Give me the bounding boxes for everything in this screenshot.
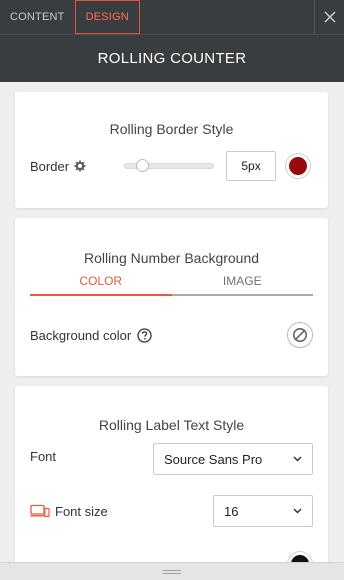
border-width-input[interactable]: 5px — [226, 151, 277, 181]
chevron-down-icon — [293, 456, 302, 462]
gear-icon[interactable] — [74, 160, 86, 172]
tab-content[interactable]: CONTENT — [0, 0, 75, 34]
help-icon[interactable] — [137, 327, 152, 343]
border-width-slider[interactable] — [124, 159, 215, 172]
subtab-color[interactable]: COLOR — [30, 274, 172, 296]
font-select[interactable]: Source Sans Pro — [153, 443, 313, 475]
subtab-image[interactable]: IMAGE — [171, 274, 313, 296]
top-tab-bar: CONTENT DESIGN — [0, 0, 344, 34]
number-background-title: Rolling Number Background — [83, 250, 260, 266]
font-size-label: Font size — [55, 503, 108, 519]
slider-thumb[interactable] — [136, 159, 150, 172]
responsive-devices-icon[interactable] — [30, 504, 50, 518]
font-size-select[interactable]: 16 — [213, 495, 313, 527]
label-text-color-swatch[interactable] — [287, 551, 313, 562]
font-select-value: Source Sans Pro — [164, 451, 263, 467]
label-text-style-title: Rolling Label Text Style — [98, 417, 245, 433]
border-label: Border — [30, 158, 70, 174]
border-style-card: Rolling Border Style Border 5px — [15, 92, 328, 208]
close-icon — [324, 11, 335, 23]
background-color-label: Background color — [30, 327, 132, 343]
label-text-color-fill — [291, 555, 309, 562]
background-color-picker[interactable] — [287, 322, 313, 348]
font-size-value: 16 — [224, 503, 239, 519]
background-subtabs: COLOR IMAGE — [30, 274, 313, 296]
panel-title: ROLLING COUNTER — [0, 34, 344, 82]
resize-handle-bar[interactable] — [0, 562, 344, 580]
close-button[interactable] — [314, 0, 344, 34]
border-color-swatch[interactable] — [285, 153, 312, 179]
border-color-fill — [289, 157, 308, 175]
panel-content[interactable]: Rolling Border Style Border 5px Rolling … — [0, 82, 344, 562]
chevron-down-icon — [293, 508, 302, 514]
border-style-title: Rolling Border Style — [109, 121, 234, 137]
no-color-icon — [293, 328, 307, 342]
font-label: Font — [30, 448, 57, 464]
number-background-card: Rolling Number Background COLOR IMAGE Ba… — [15, 218, 328, 376]
label-text-style-card: Rolling Label Text Style Font Source San… — [15, 386, 328, 562]
tab-design[interactable]: DESIGN — [74, 0, 140, 34]
drag-handle-icon — [163, 569, 181, 574]
